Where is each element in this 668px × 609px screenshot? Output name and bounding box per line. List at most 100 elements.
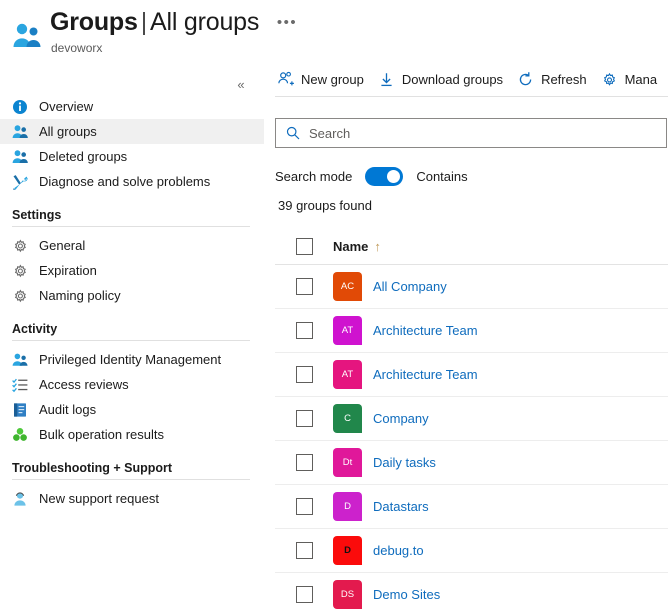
avatar: Dt: [333, 448, 362, 477]
row-select-cell: [275, 498, 333, 515]
row-checkbox[interactable]: [295, 278, 313, 295]
sidebar-item-new-support-request[interactable]: New support request: [0, 486, 264, 511]
row-checkbox[interactable]: [295, 586, 313, 603]
avatar: D: [333, 536, 362, 565]
group-name-link[interactable]: Daily tasks: [373, 455, 436, 470]
row-select-cell: [275, 410, 333, 427]
sidebar-item-audit-logs[interactable]: Audit logs: [0, 397, 264, 422]
group-name-link[interactable]: All Company: [373, 279, 447, 294]
refresh-button[interactable]: Refresh: [517, 64, 587, 94]
people-shield-icon: [12, 352, 28, 368]
sidebar-item-all-groups[interactable]: All groups: [0, 119, 264, 144]
row-checkbox[interactable]: [295, 498, 313, 515]
groups-page: Groups | All groups devoworx ••• « Overvie…: [0, 0, 668, 609]
search-mode-label: Search mode: [275, 168, 353, 184]
row-checkbox[interactable]: [295, 366, 313, 383]
search-input[interactable]: [309, 120, 666, 146]
search-mode-row: Search mode Contains: [275, 165, 468, 187]
sidebar-item-expiration[interactable]: Expiration: [0, 258, 264, 283]
avatar: D: [333, 492, 362, 521]
search-box[interactable]: [275, 118, 667, 148]
gear-icon: [12, 238, 28, 254]
sidebar-item-overview[interactable]: Overview: [0, 94, 264, 119]
sort-ascending-icon: ↑: [374, 239, 381, 254]
row-select-cell: [275, 542, 333, 559]
results-count: 39 groups found: [278, 198, 372, 213]
toolbar-button-label: Mana: [624, 71, 658, 87]
groups-icon: [12, 22, 42, 50]
group-name-link[interactable]: Demo Sites: [373, 587, 440, 602]
group-name-link[interactable]: Datastars: [373, 499, 429, 514]
table-row: Dt Daily tasks: [275, 441, 668, 485]
search-icon: [286, 126, 300, 140]
command-toolbar: New group Download groups Refresh Mana: [264, 62, 668, 96]
sidebar-item-general[interactable]: General: [0, 233, 264, 258]
column-header-name-label: Name: [333, 239, 369, 254]
group-name-link[interactable]: debug.to: [373, 543, 424, 558]
download-icon: [378, 71, 395, 88]
row-select-cell: [275, 586, 333, 603]
avatar: AT: [333, 360, 362, 389]
group-name-link[interactable]: Company: [373, 411, 429, 426]
checklist-icon: [12, 377, 28, 393]
sidebar-group-title-settings: Settings: [12, 208, 62, 222]
search-mode-toggle[interactable]: [365, 166, 404, 186]
page-title: Groups | All groups: [50, 8, 259, 37]
new-group-button[interactable]: New group: [277, 64, 364, 94]
group-name-link[interactable]: Architecture Team: [373, 323, 478, 338]
table-row: D Datastars: [275, 485, 668, 529]
groups-table: Name ↑ AC All Company AT Architecture Team A…: [275, 229, 668, 609]
sidebar-group-title-troubleshooting: Troubleshooting + Support: [12, 461, 173, 475]
sidebar-divider: [12, 226, 250, 227]
select-all-checkbox[interactable]: [295, 238, 313, 255]
avatar: C: [333, 404, 362, 433]
sidebar-item-deleted-groups[interactable]: Deleted groups: [0, 144, 264, 169]
manage-view-button[interactable]: Mana: [601, 64, 658, 94]
page-header: Groups | All groups devoworx •••: [0, 0, 668, 70]
table-row: Ddebug.to: [275, 529, 668, 573]
search-mode-value: Contains: [416, 168, 468, 184]
row-select-cell: [275, 278, 333, 295]
gear-icon: [601, 71, 618, 88]
sidebar-divider: [12, 479, 250, 480]
sidebar-item-bulk-operation-results[interactable]: Bulk operation results: [0, 422, 264, 447]
group-name-link[interactable]: Architecture Team: [373, 367, 478, 382]
toolbar-button-label: Refresh: [541, 71, 587, 87]
avatar: AC: [333, 272, 362, 301]
toolbar-button-label: New group: [301, 71, 364, 87]
gear-icon: [12, 263, 28, 279]
sidebar-item-naming-policy[interactable]: Naming policy: [0, 283, 264, 308]
groups-icon: [12, 149, 28, 165]
sidebar-item-label: Expiration: [39, 263, 97, 278]
sidebar-item-diagnose[interactable]: Diagnose and solve problems: [0, 169, 264, 194]
table-row: AT Architecture Team: [275, 309, 668, 353]
row-checkbox[interactable]: [295, 542, 313, 559]
row-checkbox[interactable]: [295, 410, 313, 427]
refresh-icon: [517, 71, 534, 88]
toggle-knob: [387, 169, 401, 183]
sidebar: « Overview All groups Deleted groups Dia…: [0, 70, 264, 609]
sidebar-item-access-reviews[interactable]: Access reviews: [0, 372, 264, 397]
table-row: AC All Company: [275, 265, 668, 309]
sidebar-item-label: General: [39, 238, 86, 253]
sidebar-group-title-activity: Activity: [12, 322, 58, 336]
collapse-sidebar-button[interactable]: «: [232, 76, 250, 94]
sidebar-divider: [12, 340, 250, 341]
row-select-cell: [275, 366, 333, 383]
column-header-name[interactable]: Name ↑: [333, 239, 381, 254]
row-checkbox[interactable]: [295, 322, 313, 339]
more-options-button[interactable]: •••: [276, 12, 298, 34]
toolbar-button-label: Download groups: [401, 71, 504, 87]
row-checkbox[interactable]: [295, 454, 313, 471]
table-row: DS Demo Sites: [275, 573, 668, 609]
page-title-sub: All groups: [150, 8, 260, 36]
sidebar-item-label: Diagnose and solve problems: [39, 174, 211, 189]
sidebar-nav: Overview All groups Deleted groups Diagn…: [0, 94, 264, 511]
book-icon: [12, 402, 28, 418]
sidebar-item-label: Audit logs: [39, 402, 97, 417]
sidebar-item-pim[interactable]: Privileged Identity Management: [0, 347, 264, 372]
avatar: DS: [333, 580, 362, 609]
sidebar-item-label: New support request: [39, 491, 159, 506]
table-row: AT Architecture Team: [275, 353, 668, 397]
download-groups-button[interactable]: Download groups: [378, 64, 503, 94]
